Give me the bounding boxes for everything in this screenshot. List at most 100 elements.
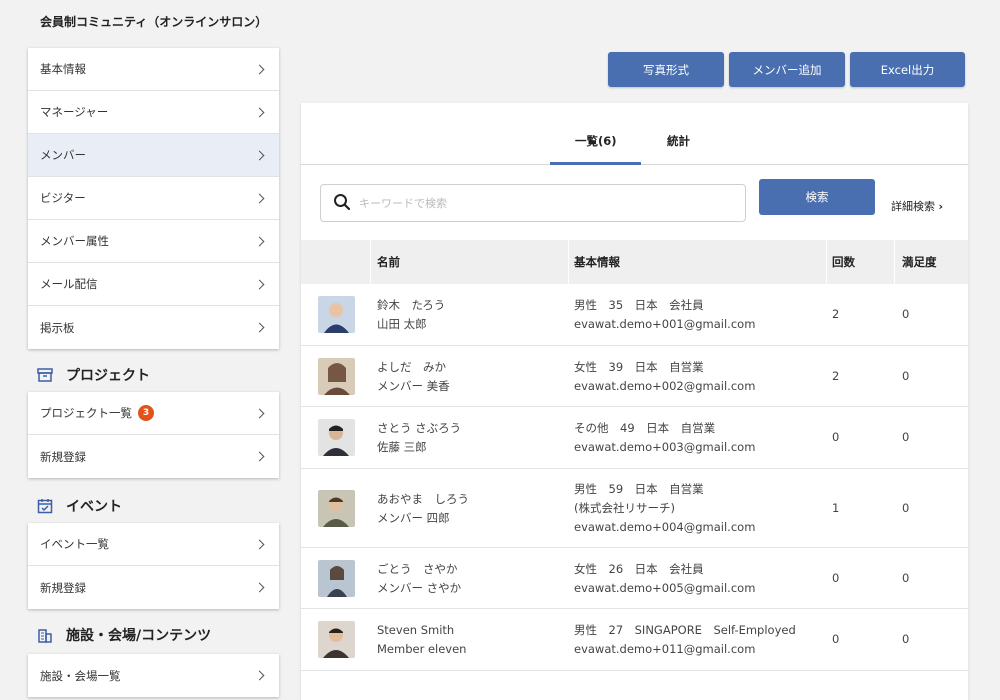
chevron-right-icon [254, 193, 265, 203]
member-name-kana: あおやま しろう [377, 492, 469, 506]
sidebar-item-label: メール配信 [40, 277, 98, 291]
member-name[interactable]: メンバー さやか [377, 579, 461, 598]
member-name[interactable]: Member eleven [377, 640, 466, 659]
sidebar-item-mail-delivery[interactable]: メール配信 [28, 263, 279, 306]
add-member-button[interactable]: メンバー追加 [729, 52, 845, 87]
sidebar-item-project-list[interactable]: プロジェクト一覧 3 [28, 392, 279, 435]
search-box [320, 184, 746, 222]
column-header-name[interactable]: 名前 [377, 254, 400, 270]
table-row[interactable]: ごとう さやかメンバー さやか 女性 26 日本 会社員 evawat.demo+… [301, 548, 968, 609]
member-info: 男性 35 日本 会社員 [574, 298, 704, 312]
member-email: evawat.demo+011@gmail.com [574, 642, 756, 656]
member-count: 1 [832, 501, 840, 515]
photo-view-button[interactable]: 写真形式 [608, 52, 724, 87]
tab-stats[interactable]: 統計 [667, 133, 690, 149]
section-heading-label: イベント [66, 499, 122, 515]
archive-box-icon [36, 366, 54, 384]
column-header-info[interactable]: 基本情報 [574, 254, 620, 270]
sidebar-item-label: メンバー [40, 148, 86, 162]
sidebar-facility-menu: 施設・会場一覧 [28, 654, 279, 697]
member-name-kana: よしだ みか [377, 360, 446, 374]
sidebar-item-basic-info[interactable]: 基本情報 [28, 48, 279, 91]
table-row[interactable]: Steven Smith Member eleven 男性 27 SINGAPOR… [301, 609, 968, 671]
sidebar-project-menu: プロジェクト一覧 3 新規登録 [28, 392, 279, 478]
avatar [318, 621, 355, 658]
tab-list[interactable]: 一覧(6) [575, 133, 617, 149]
sidebar-item-label: 掲示板 [40, 320, 75, 335]
sidebar-item-member[interactable]: メンバー [28, 134, 279, 177]
avatar [318, 490, 355, 527]
member-table: 名前 基本情報 回数 満足度 鈴木 たろう山田 太郎 男性 35 日本 会社員 e… [301, 240, 968, 671]
table-row[interactable]: よしだ みかメンバー 美香 女性 39 日本 自営業 evawat.demo+00… [301, 346, 968, 407]
member-company: (株式会社リサーチ) [574, 501, 675, 515]
sidebar-event-menu: イベント一覧 新規登録 [28, 523, 279, 609]
section-heading-event: イベント [36, 496, 122, 516]
column-header-count[interactable]: 回数 [832, 254, 855, 270]
advanced-search-label: 詳細検索 [891, 200, 935, 213]
member-satisfaction: 0 [902, 430, 910, 444]
search-icon [333, 193, 351, 214]
section-heading-label: プロジェクト [66, 368, 150, 384]
chevron-right-icon [254, 408, 265, 418]
table-row[interactable]: あおやま しろう メンバー 四郎 男性 59 日本 自営業 (株式会社リサーチ) ev… [301, 469, 968, 548]
tab-bar: 一覧(6) 統計 [301, 103, 968, 165]
member-name-kana: さとう さぶろう [377, 421, 462, 435]
building-icon [36, 626, 54, 644]
chevron-right-icon [254, 279, 265, 289]
table-row[interactable]: 鈴木 たろう 山田 太郎 男性 35 日本 会社員 evawat.demo+001@… [301, 284, 968, 346]
column-header-satisfaction[interactable]: 満足度 [902, 254, 937, 270]
member-name[interactable]: 山田 太郎 [377, 315, 445, 334]
sidebar-item-label: プロジェクト一覧 [40, 405, 132, 420]
chevron-right-icon [254, 670, 265, 681]
chevron-right-icon [254, 236, 265, 246]
active-tab-indicator [550, 162, 641, 165]
chevron-right-icon [254, 451, 265, 462]
chevron-right-icon: › [938, 200, 944, 213]
member-count: 2 [832, 307, 840, 321]
sidebar-item-event-new[interactable]: 新規登録 [28, 566, 279, 609]
avatar [318, 419, 355, 456]
excel-export-button[interactable]: Excel出力 [850, 52, 965, 87]
chevron-right-icon [254, 107, 265, 117]
sidebar-item-facility-list[interactable]: 施設・会場一覧 [28, 654, 279, 697]
chevron-right-icon [254, 64, 265, 74]
sidebar-item-event-list[interactable]: イベント一覧 [28, 523, 279, 566]
sidebar-item-visitor[interactable]: ビジター [28, 177, 279, 220]
sidebar-main-menu: 基本情報 マネージャー メンバー ビジター メンバー属性 メール配信 掲示板 [28, 48, 279, 349]
sidebar-item-member-attributes[interactable]: メンバー属性 [28, 220, 279, 263]
member-list-panel: 一覧(6) 統計 検索 詳細検索 › 名前 基本情報 回数 満足度 鈴木 [301, 103, 968, 700]
member-info: 女性 26 日本 会社員 [574, 562, 704, 576]
search-button[interactable]: 検索 [759, 179, 875, 215]
member-name[interactable]: メンバー 美香 [377, 377, 450, 396]
member-name[interactable]: メンバー 四郎 [377, 509, 469, 528]
member-count: 2 [832, 369, 840, 383]
section-heading-project: プロジェクト [36, 365, 150, 385]
sidebar-item-bulletin-board[interactable]: 掲示板 [28, 306, 279, 349]
search-input[interactable] [359, 196, 739, 210]
sidebar-item-project-new[interactable]: 新規登録 [28, 435, 279, 478]
chevron-right-icon [254, 150, 265, 160]
sidebar-item-label: メンバー属性 [40, 234, 109, 248]
member-email: evawat.demo+002@gmail.com [574, 379, 756, 393]
chevron-right-icon [254, 582, 265, 593]
member-name[interactable]: 佐藤 三郎 [377, 438, 461, 457]
member-satisfaction: 0 [902, 501, 910, 515]
member-info: 女性 39 日本 自営業 [574, 360, 704, 374]
chevron-right-icon [254, 322, 265, 333]
sidebar-item-label: マネージャー [40, 105, 109, 119]
advanced-search-link[interactable]: 詳細検索 › [891, 198, 943, 214]
member-email: evawat.demo+005@gmail.com [574, 581, 756, 595]
calendar-check-icon [36, 497, 54, 515]
member-count: 0 [832, 571, 840, 585]
member-name-kana: ごとう さやか [377, 562, 458, 576]
sidebar-item-manager[interactable]: マネージャー [28, 91, 279, 134]
app-title: 会員制コミュニティ（オンラインサロン） [40, 15, 268, 29]
member-name-kana: Steven Smith [377, 623, 455, 637]
table-header: 名前 基本情報 回数 満足度 [301, 240, 968, 284]
member-name-kana: 鈴木 たろう [377, 298, 446, 312]
sidebar-item-label: 施設・会場一覧 [40, 668, 121, 683]
member-satisfaction: 0 [902, 369, 910, 383]
sidebar-item-label: イベント一覧 [40, 537, 109, 551]
table-row[interactable]: さとう さぶろう 佐藤 三郎 その他 49 日本 自営業 evawat.demo+0… [301, 407, 968, 469]
sidebar-item-label: 新規登録 [40, 580, 86, 595]
